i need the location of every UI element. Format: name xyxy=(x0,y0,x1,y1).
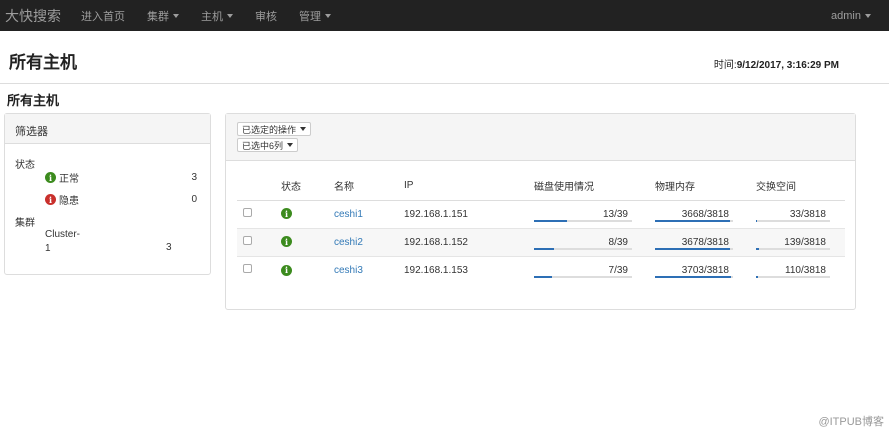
nav-cluster-label: 集群 xyxy=(147,10,169,23)
caret-down-icon xyxy=(325,13,331,18)
nav-host-dropdown[interactable]: 主机 xyxy=(190,0,244,31)
memory-usage-meter: 3703/3818 xyxy=(655,260,733,280)
columns-dropdown[interactable]: 已选中6列 xyxy=(237,138,299,152)
filter-cluster-item[interactable]: Cluster- 1 xyxy=(45,228,80,256)
selected-actions-dropdown[interactable]: 已选定的操作 xyxy=(237,122,312,136)
header-disk[interactable]: 磁盘使用情况 xyxy=(534,172,655,201)
info-ok-icon: i xyxy=(45,172,56,183)
disk-usage-meter: 7/39 xyxy=(534,260,632,280)
host-ip: 192.168.1.152 xyxy=(404,236,468,248)
memory-usage-value: 3668/3818 xyxy=(681,208,729,220)
host-name-link[interactable]: ceshi2 xyxy=(334,237,363,248)
memory-usage-meter: 3668/3818 xyxy=(655,204,733,224)
swap-usage-meter: 33/3818 xyxy=(756,204,830,224)
filter-status-warning-count: 0 xyxy=(191,194,197,205)
user-name: admin xyxy=(831,9,861,22)
status-ok-icon: i xyxy=(281,236,292,248)
host-name-link[interactable]: ceshi3 xyxy=(334,265,363,276)
page-title: 所有主机 xyxy=(9,53,77,72)
caret-down-icon xyxy=(865,13,871,18)
swap-usage-value: 110/3818 xyxy=(785,264,826,276)
memory-usage-value: 3678/3818 xyxy=(681,236,729,248)
table-row: i ceshi3 192.168.1.153 7/39 3703/3818 11… xyxy=(237,255,845,284)
swap-usage-value: 139/3818 xyxy=(784,236,826,248)
time-label: 时间: xyxy=(713,60,737,71)
filter-status-label: 状态 xyxy=(15,160,35,171)
swap-usage-meter: 110/3818 xyxy=(756,260,830,280)
nav-home[interactable]: 进入首页 xyxy=(70,0,136,31)
status-ok-icon: i xyxy=(281,208,292,220)
swap-usage-value: 33/3818 xyxy=(789,208,826,220)
caret-down-icon xyxy=(173,13,179,18)
row-checkbox[interactable] xyxy=(243,208,252,217)
nav-cluster-dropdown[interactable]: 集群 xyxy=(136,0,190,31)
disk-usage-meter: 13/39 xyxy=(534,204,632,224)
header-status[interactable]: 状态 xyxy=(281,172,334,201)
caret-down-icon xyxy=(287,143,294,147)
table-row: i ceshi1 192.168.1.151 13/39 3668/3818 3… xyxy=(237,199,845,228)
nav-host-label: 主机 xyxy=(201,10,223,23)
host-ip: 192.168.1.153 xyxy=(404,264,468,276)
disk-usage-value: 13/39 xyxy=(602,208,628,220)
disk-usage-value: 8/39 xyxy=(608,236,628,248)
row-checkbox[interactable] xyxy=(243,236,252,245)
filter-status-normal-label: 正常 xyxy=(59,174,79,185)
header-swap[interactable]: 交换空间 xyxy=(756,172,845,201)
filter-status-warning[interactable]: i 隐患 0 xyxy=(45,192,197,207)
hosts-panel: 已选定的操作 已选中6列 状态 名称 IP 磁盘使用情况 物理内存 交换空间 i… xyxy=(225,113,856,310)
header-memory[interactable]: 物理内存 xyxy=(655,172,756,201)
nav-audit[interactable]: 审核 xyxy=(244,0,288,31)
selected-actions-label: 已选定的操作 xyxy=(242,124,297,135)
filter-status-normal[interactable]: i 正常 3 xyxy=(45,170,197,185)
caret-down-icon xyxy=(227,13,233,18)
hosts-toolbar: 已选定的操作 已选中6列 xyxy=(226,114,855,161)
header-name[interactable]: 名称 xyxy=(334,172,404,201)
status-ok-icon: i xyxy=(281,264,292,276)
section-title: 所有主机 xyxy=(7,93,60,108)
user-menu-dropdown[interactable]: admin xyxy=(820,0,889,31)
current-time: 时间:9/12/2017, 3:16:29 PM xyxy=(714,56,839,71)
filter-status-warning-label: 隐患 xyxy=(59,196,79,207)
table-row: i ceshi2 192.168.1.152 8/39 3678/3818 13… xyxy=(237,227,845,256)
disk-usage-meter: 8/39 xyxy=(534,232,632,252)
filter-status-normal-count: 3 xyxy=(191,172,197,183)
watermark: @ITPUB博客 xyxy=(818,416,884,428)
host-ip: 192.168.1.151 xyxy=(404,208,468,220)
cluster-name-line1: Cluster- xyxy=(45,229,81,240)
page-header: 所有主机 时间:9/12/2017, 3:16:29 PM xyxy=(0,31,889,84)
filter-title: 筛选器 xyxy=(5,114,210,144)
columns-dropdown-label: 已选中6列 xyxy=(242,140,284,151)
hosts-table: 状态 名称 IP 磁盘使用情况 物理内存 交换空间 i ceshi1 192.1… xyxy=(237,172,845,284)
top-navbar: 大快搜索 进入首页 集群 主机 审核 管理 admin xyxy=(0,0,889,31)
caret-down-icon xyxy=(300,127,307,131)
filter-cluster-label: 集群 xyxy=(15,218,35,229)
nav-home-label: 进入首页 xyxy=(81,10,125,23)
memory-usage-meter: 3678/3818 xyxy=(655,232,733,252)
nav-manage-label: 管理 xyxy=(299,10,321,23)
table-header-row: 状态 名称 IP 磁盘使用情况 物理内存 交换空间 xyxy=(237,172,845,201)
filter-cluster-count: 3 xyxy=(166,242,172,253)
swap-usage-meter: 139/3818 xyxy=(756,232,830,252)
row-checkbox[interactable] xyxy=(243,264,252,274)
host-name-link[interactable]: ceshi1 xyxy=(334,209,363,220)
header-ip[interactable]: IP xyxy=(404,172,534,201)
brand-logo[interactable]: 大快搜索 xyxy=(0,6,70,26)
header-select xyxy=(237,172,281,201)
info-warning-icon: i xyxy=(45,194,56,205)
time-value: 9/12/2017, 3:16:29 PM xyxy=(736,60,839,71)
nav-manage-dropdown[interactable]: 管理 xyxy=(288,0,342,31)
memory-usage-value: 3703/3818 xyxy=(681,264,729,276)
filter-panel: 筛选器 状态 i 正常 3 i 隐患 0 集群 Cluster- 1 3 xyxy=(4,113,211,275)
cluster-name-line2: 1 xyxy=(45,243,51,254)
disk-usage-value: 7/39 xyxy=(608,264,628,276)
nav-audit-label: 审核 xyxy=(255,10,277,23)
